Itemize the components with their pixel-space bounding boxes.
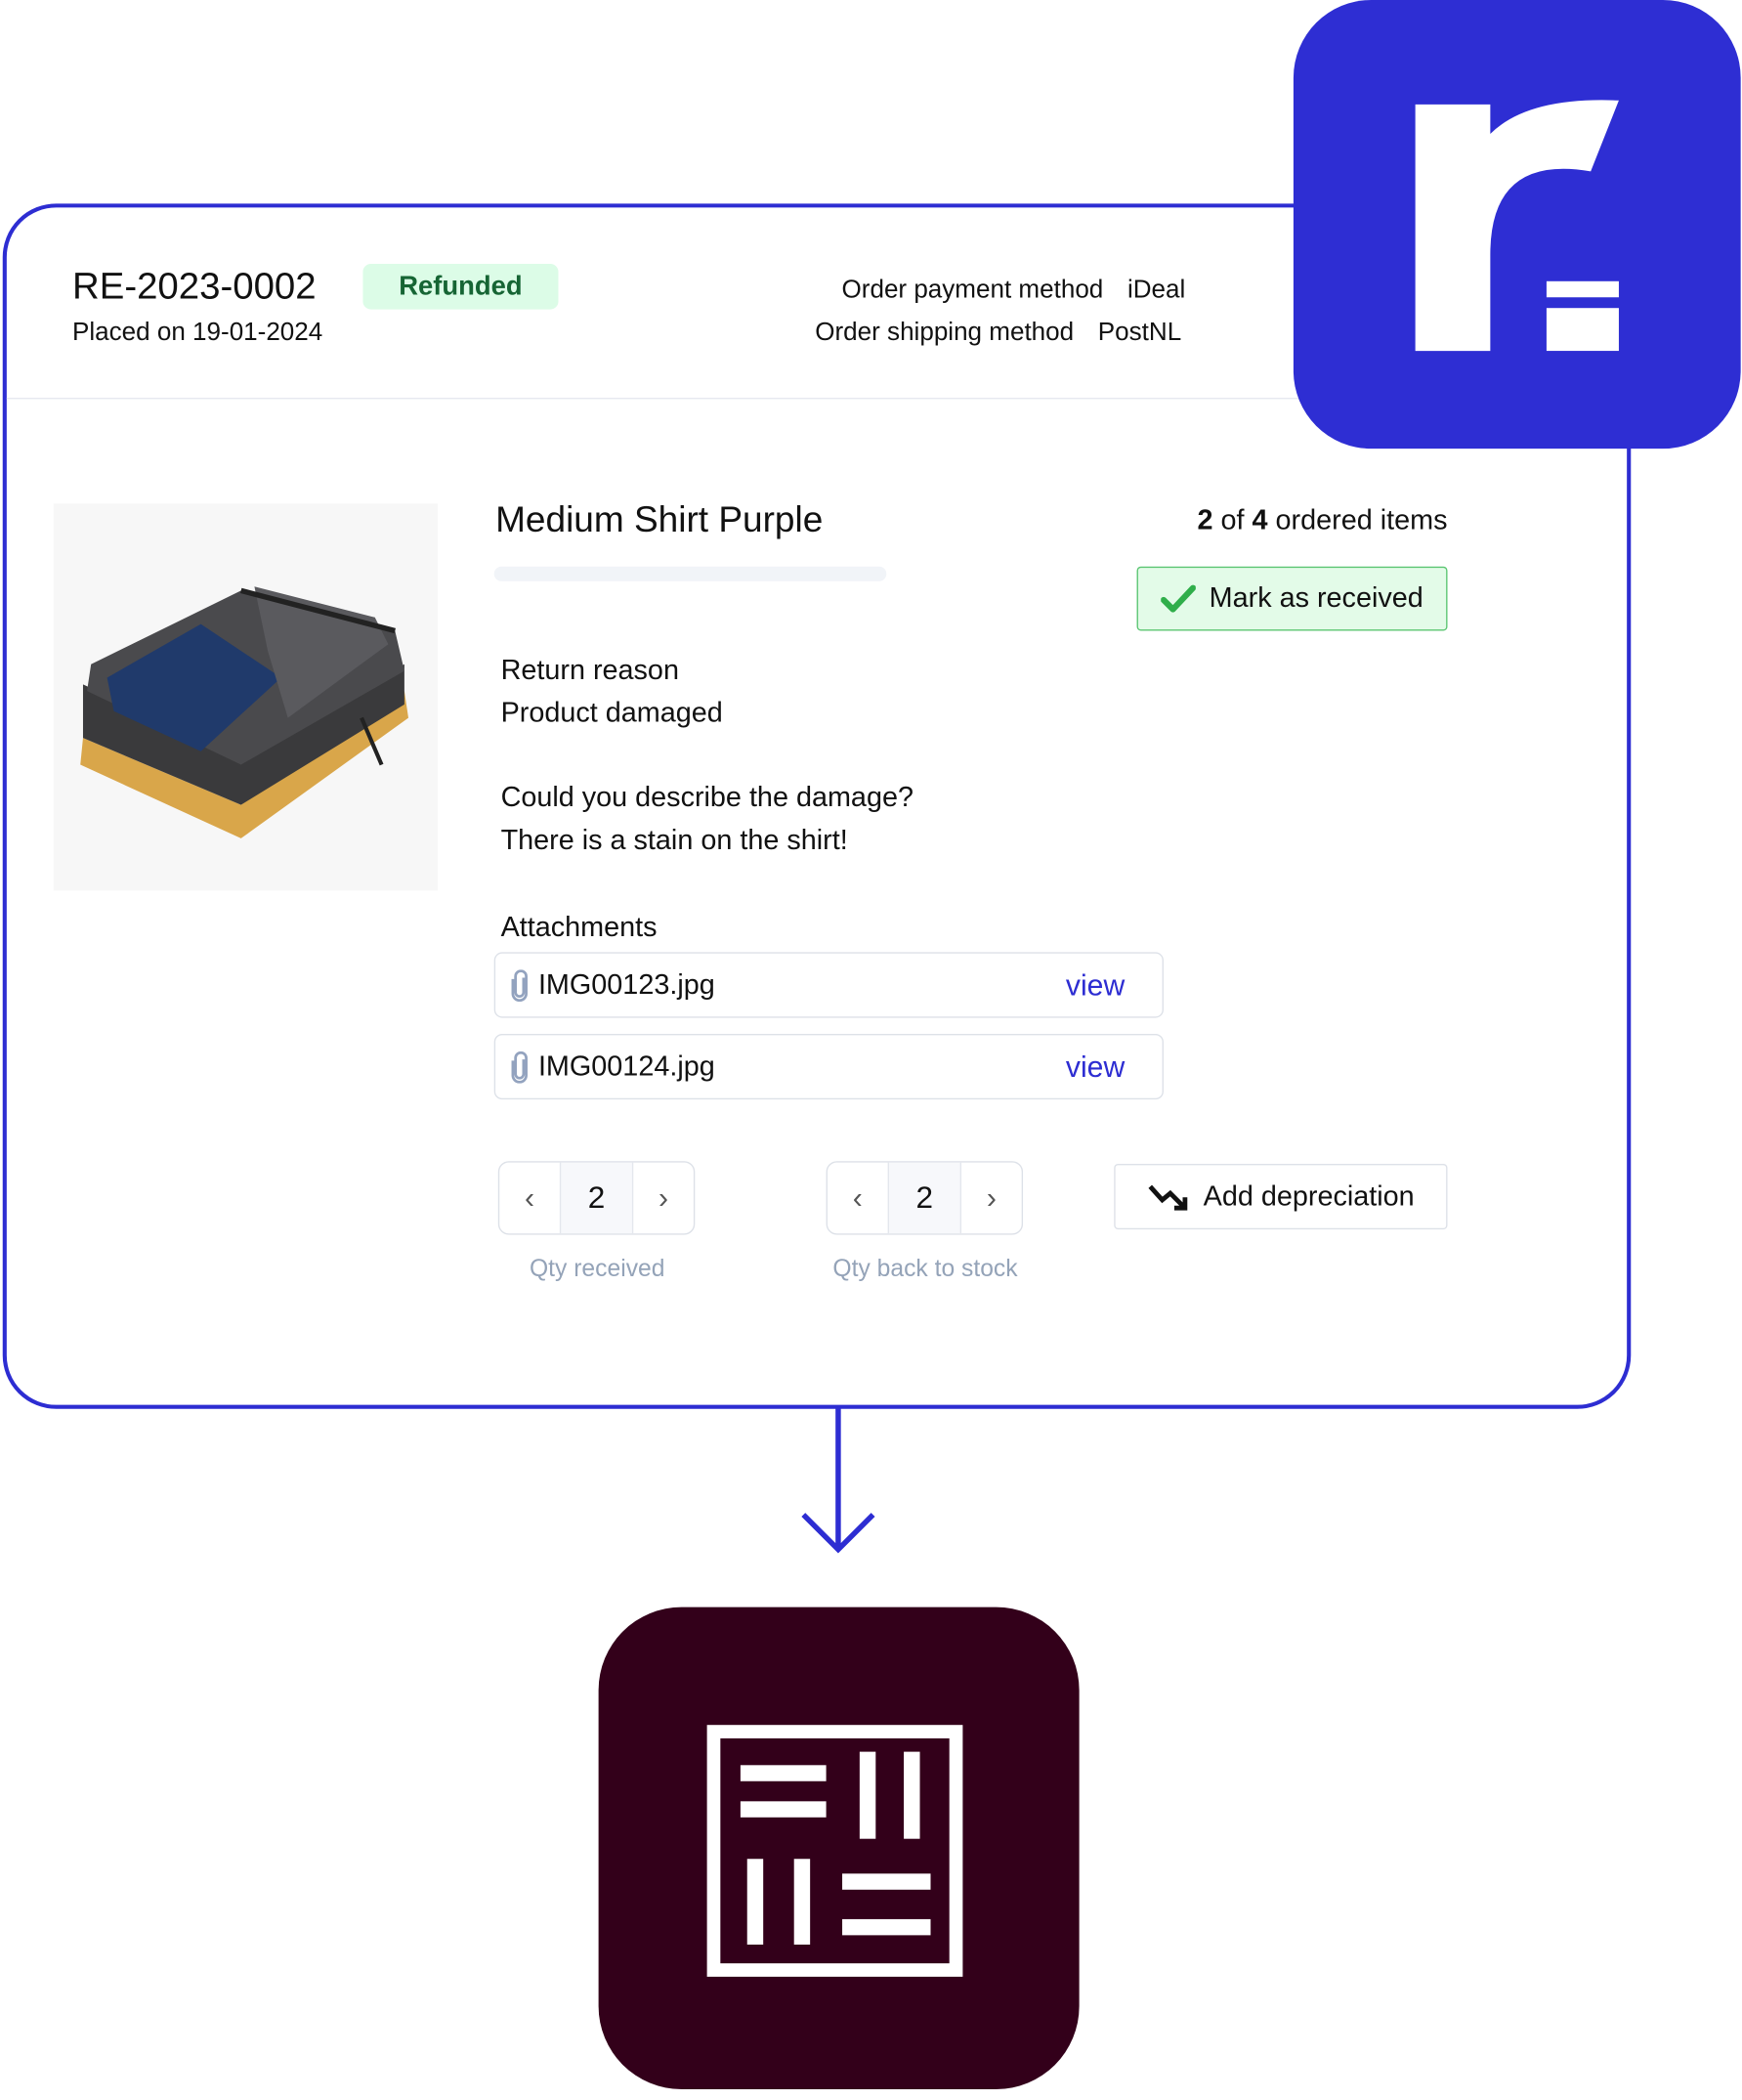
decrement-button[interactable]: ‹ [828, 1163, 888, 1234]
ordered-items-count: 2 of 4 ordered items [1197, 505, 1447, 537]
damage-question: Could you describe the damage? [500, 782, 913, 813]
qty-back-to-stock-value[interactable]: 2 [887, 1162, 962, 1234]
order-id: RE-2023-0002 [72, 265, 317, 307]
payment-method-value: iDeal [1126, 276, 1186, 305]
placed-on-date: Placed on 19-01-2024 [72, 319, 323, 347]
brand-logo-blue [1293, 0, 1741, 450]
attachment-name: IMG00124.jpg [537, 1050, 715, 1082]
qty-received-value[interactable]: 2 [559, 1162, 634, 1234]
product-image [53, 503, 439, 891]
total-count: 4 [1252, 504, 1268, 536]
return-reason-label: Return reason [500, 655, 679, 686]
mark-as-received-button[interactable]: Mark as received [1136, 566, 1448, 631]
mark-as-received-label: Mark as received [1209, 582, 1423, 614]
attachment-item: IMG00123.jpg view [493, 952, 1164, 1018]
product-title: Medium Shirt Purple [495, 499, 824, 540]
qty-received-stepper: ‹ 2 › [497, 1161, 696, 1235]
received-count: 2 [1197, 504, 1213, 536]
status-badge: Refunded [362, 263, 559, 310]
view-attachment-link[interactable]: view [1066, 1050, 1125, 1085]
decrement-button[interactable]: ‹ [499, 1163, 560, 1234]
add-depreciation-label: Add depreciation [1203, 1180, 1415, 1212]
loading-skeleton-bar [493, 566, 887, 581]
count-suffix: ordered items [1275, 504, 1448, 536]
trend-down-icon [1148, 1183, 1187, 1210]
count-of: of [1220, 504, 1245, 536]
view-attachment-link[interactable]: view [1066, 967, 1125, 1003]
paperclip-icon [511, 968, 528, 1002]
qty-received-label: Qty received [529, 1255, 665, 1282]
increment-button[interactable]: › [961, 1163, 1022, 1234]
qty-back-to-stock-stepper: ‹ 2 › [826, 1161, 1024, 1235]
paperclip-icon [511, 1050, 528, 1084]
check-icon [1161, 584, 1196, 613]
shipping-method-label: Order shipping method [815, 319, 1075, 347]
attachments-label: Attachments [500, 912, 658, 943]
integration-logo-dark [598, 1607, 1080, 2089]
attachment-name: IMG00123.jpg [537, 968, 715, 1001]
damage-answer: There is a stain on the shirt! [500, 825, 848, 856]
shipping-method-value: PostNL [1097, 319, 1182, 347]
arrow-down-icon [801, 1407, 875, 1554]
increment-button[interactable]: › [633, 1163, 694, 1234]
payment-method-label: Order payment method [841, 276, 1104, 305]
qty-back-to-stock-label: Qty back to stock [832, 1255, 1018, 1282]
add-depreciation-button[interactable]: Add depreciation [1114, 1163, 1448, 1230]
return-reason-value: Product damaged [500, 698, 723, 729]
attachment-item: IMG00124.jpg view [493, 1034, 1164, 1100]
